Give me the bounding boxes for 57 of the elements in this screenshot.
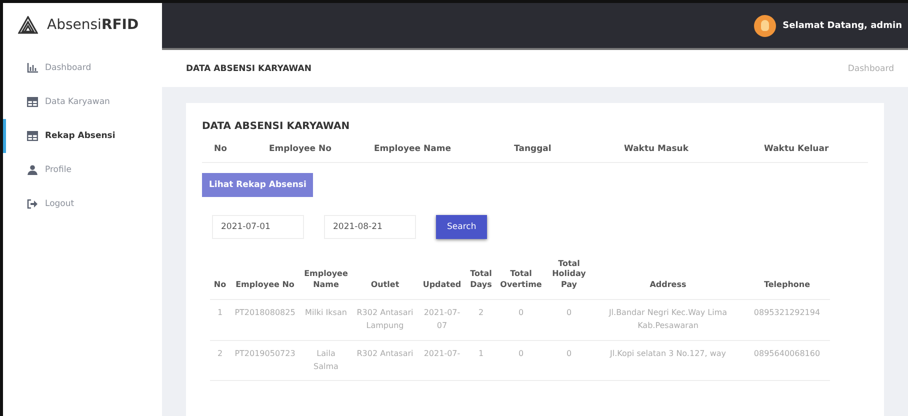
table-cell: 0 <box>518 348 524 358</box>
sidebar-item[interactable]: Dashboard <box>3 51 162 85</box>
table-icon <box>27 131 38 141</box>
column-header: Address <box>650 280 686 289</box>
table-cell: 2021-07-07 <box>424 308 460 330</box>
column-header: Telephone <box>764 280 810 289</box>
table-cell: Milki Iksan <box>305 308 347 318</box>
table-cell: 0 <box>518 308 524 318</box>
table-cell: R302 Antasari <box>356 348 414 358</box>
column-header: Waktu Keluar <box>764 144 830 154</box>
table-cell: 0 <box>566 308 572 318</box>
table-icon <box>27 97 38 107</box>
breadcrumb-link[interactable]: Dashboard <box>848 64 894 74</box>
table-cell: PT2018080825 <box>234 308 296 318</box>
table-cell: 2 <box>217 348 223 358</box>
table-cell: 2021-07- <box>424 348 460 358</box>
sidebar-item[interactable]: Logout <box>3 187 162 221</box>
sidebar-item[interactable]: Profile <box>3 153 162 187</box>
sidebar-item[interactable]: Rekap Absensi <box>3 119 162 153</box>
column-header: Employee Name <box>374 144 452 154</box>
user-icon <box>27 165 38 175</box>
column-header: No <box>214 144 228 154</box>
column-header: Waktu Masuk <box>624 144 690 154</box>
recap-button[interactable]: Lihat Rekap Absensi <box>202 173 314 197</box>
table-cell: R302 Antasari Lampung <box>356 308 414 330</box>
sign-out-icon <box>27 199 38 209</box>
table-cell: 1 <box>217 308 223 318</box>
page-title: DATA ABSENSI KARYAWAN <box>186 64 312 74</box>
bar-chart-icon <box>27 63 38 73</box>
table-cell: 2 <box>478 308 484 318</box>
column-header: Total Days <box>470 269 492 289</box>
column-header: Total Overtime <box>500 269 542 289</box>
table-cell: PT2019050723 <box>234 348 296 358</box>
table-cell: Jl.Kopi selatan 3 No.127, way <box>610 348 726 358</box>
column-header: Outlet <box>370 280 400 289</box>
table-cell: 0895640068160 <box>754 348 820 358</box>
card-title: DATA ABSENSI KARYAWAN <box>202 121 351 132</box>
table-cell: 0 <box>566 348 572 358</box>
column-header: Employee No <box>269 144 332 154</box>
search-button[interactable]: Search <box>436 215 488 239</box>
column-header: Tanggal <box>514 144 552 154</box>
start-date-field[interactable]: 2021-07-01 <box>212 215 304 239</box>
table-cell: Laila Salma <box>314 348 338 371</box>
brand-name: AbsensiRFID <box>47 17 139 33</box>
logo-icon <box>18 16 38 34</box>
table-cell: 0895321292194 <box>754 308 820 318</box>
column-header: Employee Name <box>304 269 348 289</box>
sidebar-item[interactable]: Data Karyawan <box>3 85 162 119</box>
column-header: Updated <box>422 280 462 289</box>
column-header: Employee No <box>236 280 294 289</box>
column-header: Total Holiday Pay <box>552 259 586 289</box>
table-cell: Jl.Bandar Negri Kec.Way Lima Kab.Pesawaran <box>608 308 728 330</box>
column-header: No <box>214 280 226 289</box>
table-cell: 1 <box>478 348 484 358</box>
end-date-field[interactable]: 2021-08-21 <box>324 215 416 239</box>
welcome-text: Selamat Datang, admin <box>782 20 902 30</box>
avatar-icon[interactable] <box>754 14 776 36</box>
